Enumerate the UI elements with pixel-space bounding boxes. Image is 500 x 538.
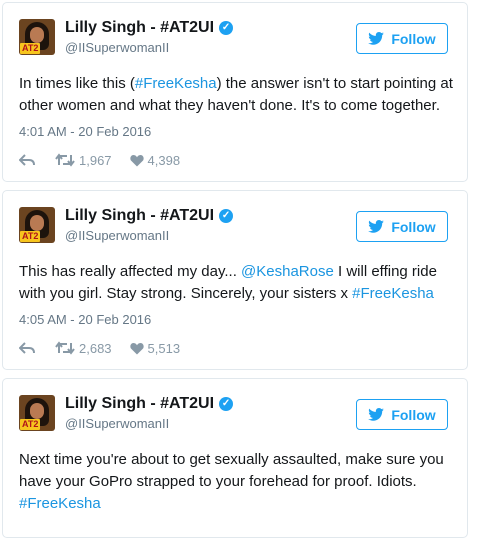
twitter-bird-icon [368,220,385,233]
like-button[interactable]: 4,398 [129,152,181,168]
avatar[interactable]: AT2 [19,395,55,431]
author-name[interactable]: Lilly Singh - #AT2UI ✓ [65,394,234,414]
verified-badge-icon: ✓ [219,397,234,411]
author-handle[interactable]: @IISuperwomanII [65,228,169,244]
tweet-actions: 2,683 5,513 [19,339,180,357]
heart-icon [129,154,144,166]
retweet-button[interactable]: 2,683 [55,341,112,356]
tweet-text: In times like this (#FreeKesha) the answ… [19,75,453,114]
verified-badge-icon: ✓ [219,209,234,223]
reply-button[interactable] [19,341,35,355]
avatar[interactable]: AT2 [19,19,55,55]
author-handle[interactable]: @IISuperwomanII [65,40,169,56]
retweet-icon [55,341,75,355]
author-name[interactable]: Lilly Singh - #AT2UI ✓ [65,206,234,226]
like-count: 5,513 [147,340,181,356]
tweet-card: AT2 Lilly Singh - #AT2UI ✓ @IISuperwoman… [2,2,468,182]
retweet-count: 2,683 [79,340,112,356]
twitter-bird-icon [368,32,385,45]
twitter-bird-icon [368,408,385,421]
hashtag-link[interactable]: #FreeKesha [135,75,217,92]
retweet-icon [55,153,75,167]
tweet-actions: 1,967 4,398 [19,151,180,169]
author-name[interactable]: Lilly Singh - #AT2UI ✓ [65,18,234,38]
retweet-button[interactable]: 1,967 [55,153,112,168]
follow-button[interactable]: Follow [356,211,448,242]
heart-icon [129,342,144,354]
verified-badge-icon: ✓ [219,21,234,35]
timestamp[interactable]: 4:05 AM - 20 Feb 2016 [19,312,151,328]
hashtag-link[interactable]: #FreeKesha [19,495,101,512]
tweet-text: This has really affected my day... @Kesh… [19,263,437,302]
author-handle[interactable]: @IISuperwomanII [65,416,169,432]
like-count: 4,398 [147,152,181,168]
timestamp[interactable]: 4:01 AM - 20 Feb 2016 [19,124,151,140]
hashtag-link[interactable]: #FreeKesha [352,285,434,302]
reply-icon [19,342,35,354]
follow-button[interactable]: Follow [356,399,448,430]
like-button[interactable]: 5,513 [129,340,181,356]
mention-link[interactable]: @KeshaRose [241,263,334,280]
tweet-card: AT2 Lilly Singh - #AT2UI ✓ @IISuperwoman… [2,378,468,538]
reply-button[interactable] [19,153,35,167]
tweet-card: AT2 Lilly Singh - #AT2UI ✓ @IISuperwoman… [2,190,468,370]
reply-icon [19,154,35,166]
tweet-text: Next time you're about to get sexually a… [19,451,444,512]
retweet-count: 1,967 [79,152,112,168]
avatar[interactable]: AT2 [19,207,55,243]
follow-button[interactable]: Follow [356,23,448,54]
